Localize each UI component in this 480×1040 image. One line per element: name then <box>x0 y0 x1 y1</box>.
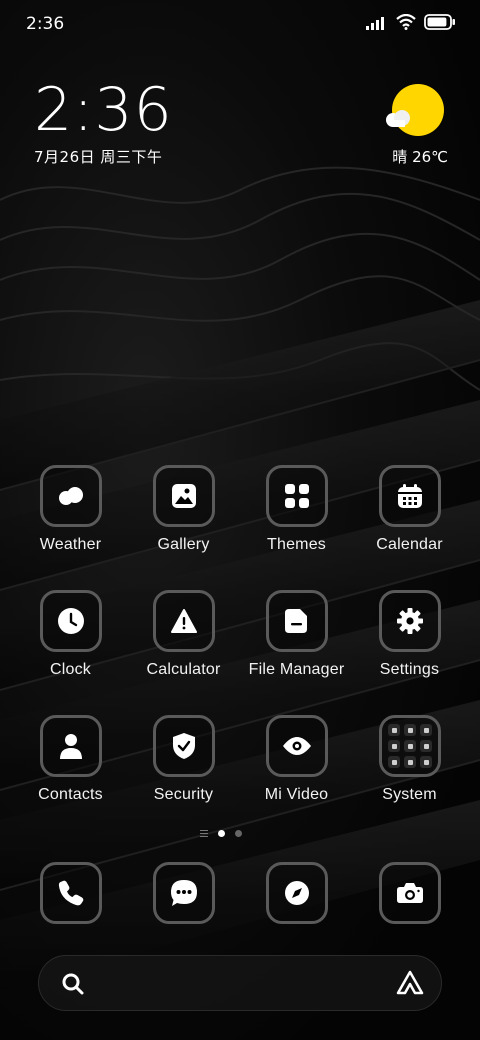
app-label: File Manager <box>248 661 345 678</box>
dock-camera[interactable] <box>379 862 441 924</box>
clock-date: 7月26日 周三下午 <box>34 148 163 166</box>
assistant-icon[interactable] <box>395 969 425 997</box>
weather-text: 晴 26℃ <box>392 146 448 167</box>
app-label: Calculator <box>146 661 221 678</box>
wifi-icon <box>396 13 416 34</box>
clock-widget[interactable]: 2:36 7月26日 周三下午 <box>34 78 173 167</box>
app-calendar[interactable]: Calendar <box>353 465 466 575</box>
app-label: Themes <box>267 536 326 553</box>
search-icon[interactable] <box>61 972 85 996</box>
cloud-icon <box>386 110 410 127</box>
messages-icon <box>171 880 197 906</box>
app-contacts[interactable]: Contacts <box>14 715 127 825</box>
status-icons <box>366 13 456 34</box>
app-label: Security <box>153 786 214 803</box>
contacts-icon <box>40 715 102 777</box>
app-label: Weather <box>39 536 102 553</box>
app-file-manager[interactable]: File Manager <box>240 590 353 700</box>
app-label: Mi Video <box>264 786 329 803</box>
clock-time: 2:36 <box>34 75 173 145</box>
app-label: Clock <box>49 661 91 678</box>
gallery-icon <box>153 465 215 527</box>
app-system-folder[interactable]: System <box>353 715 466 825</box>
camera-icon <box>397 883 423 903</box>
security-icon <box>153 715 215 777</box>
system-folder-icon <box>379 715 441 777</box>
weather-widget[interactable]: 晴 26℃ <box>384 84 448 166</box>
app-label: System <box>382 786 437 803</box>
status-bar: 2:36 <box>0 0 480 50</box>
dock-phone[interactable] <box>40 862 102 924</box>
weather-icon <box>40 465 102 527</box>
weather-temperature: 26℃ <box>412 148 448 166</box>
app-security[interactable]: Security <box>127 715 240 825</box>
app-themes[interactable]: Themes <box>240 465 353 575</box>
browser-icon <box>285 881 309 905</box>
app-calculator[interactable]: Calculator <box>127 590 240 700</box>
app-label: Calendar <box>376 536 443 553</box>
app-mi-video[interactable]: Mi Video <box>240 715 353 825</box>
weather-condition: 晴 <box>392 148 408 166</box>
app-settings[interactable]: Settings <box>353 590 466 700</box>
app-label: Settings <box>379 661 440 678</box>
mi-video-icon <box>266 715 328 777</box>
file-manager-icon <box>266 590 328 652</box>
calculator-icon <box>153 590 215 652</box>
dock-messages[interactable] <box>153 862 215 924</box>
app-drawer-indicator-icon <box>200 830 208 837</box>
app-label: Gallery <box>157 536 210 553</box>
signal-icon <box>366 15 388 34</box>
page-dot-1 <box>218 830 225 837</box>
search-bar[interactable] <box>38 955 442 1011</box>
dock-browser[interactable] <box>266 862 328 924</box>
status-time: 2:36 <box>26 14 65 34</box>
app-clock[interactable]: Clock <box>14 590 127 700</box>
battery-icon <box>424 14 456 34</box>
page-indicator[interactable] <box>200 830 242 837</box>
app-weather[interactable]: Weather <box>14 465 127 575</box>
clock-icon <box>40 590 102 652</box>
app-gallery[interactable]: Gallery <box>127 465 240 575</box>
calendar-icon <box>379 465 441 527</box>
app-label: Contacts <box>38 786 103 803</box>
phone-icon <box>58 880 84 906</box>
themes-icon <box>266 465 328 527</box>
settings-icon <box>379 590 441 652</box>
page-dot-2 <box>235 830 242 837</box>
